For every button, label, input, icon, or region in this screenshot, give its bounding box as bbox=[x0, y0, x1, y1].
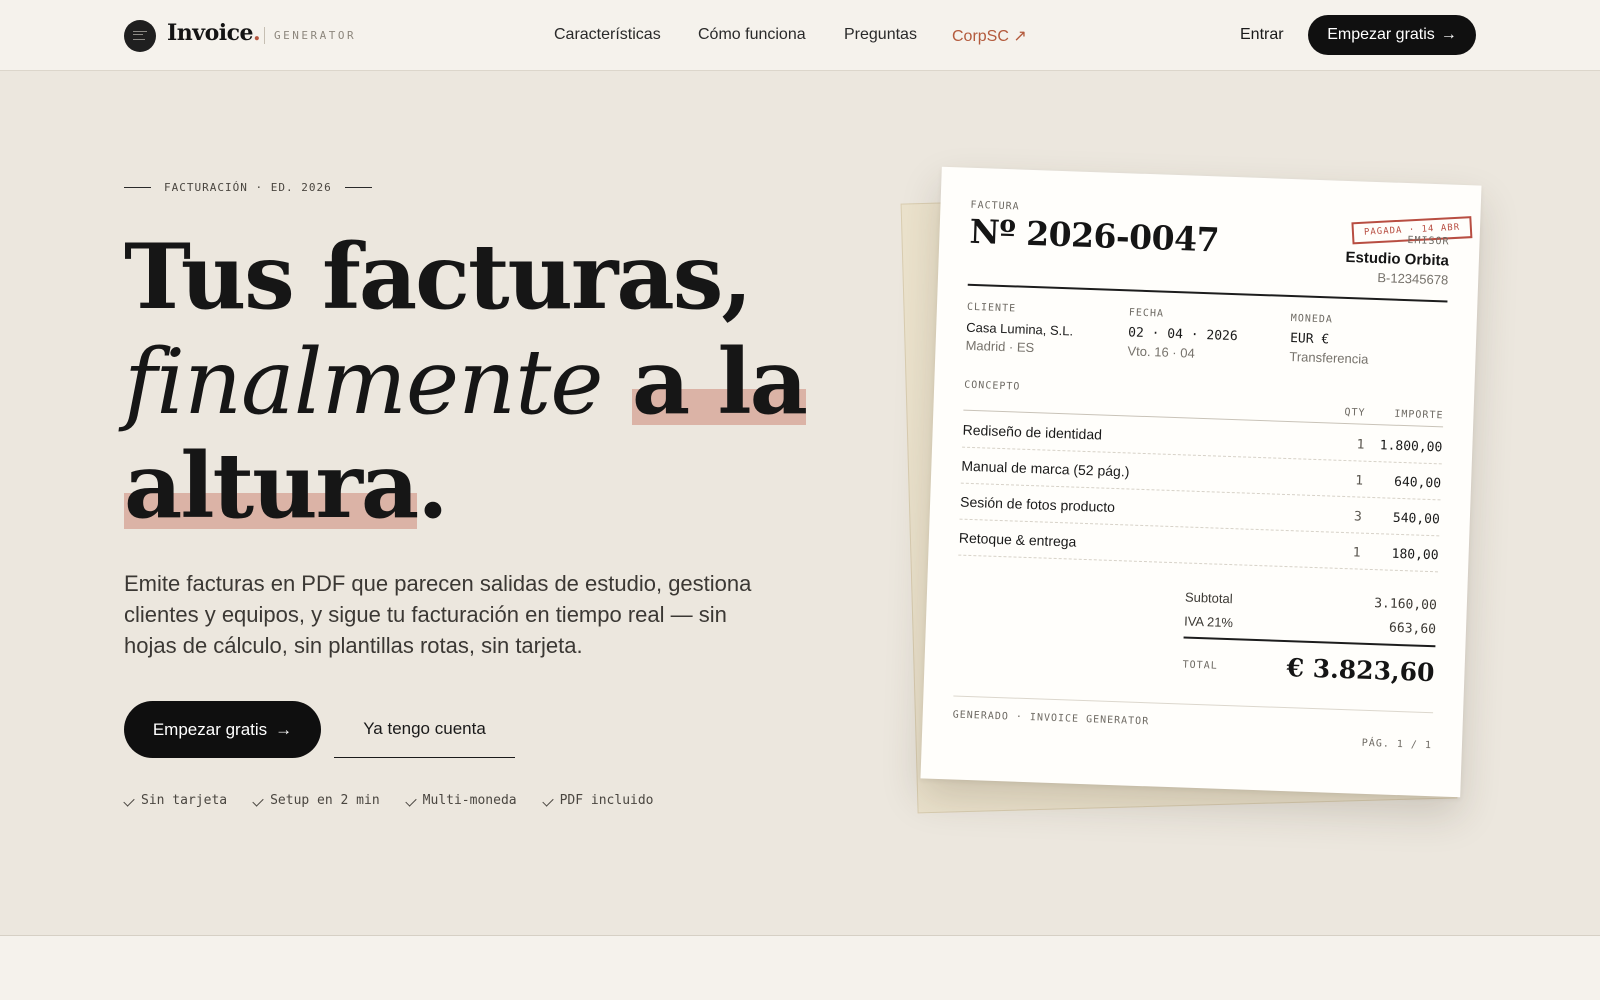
client-name: Casa Lumina, S.L. bbox=[965, 319, 1074, 339]
hero-primary-label: Empezar gratis bbox=[152, 719, 268, 739]
concept-column-header: CONCEPTO bbox=[964, 379, 1021, 393]
total-label: TOTAL bbox=[1182, 659, 1218, 672]
hero-lede: Emite facturas en PDF que parecen salida… bbox=[124, 571, 752, 658]
eyebrow-text: FACTURACIÓN · ED. 2026 bbox=[164, 181, 332, 194]
eyebrow-rule-left bbox=[124, 187, 151, 188]
date-label: FECHA bbox=[1128, 307, 1165, 320]
brand-divider bbox=[264, 27, 265, 44]
perk-item: Multi-moneda bbox=[405, 793, 517, 808]
brand-logo-icon[interactable] bbox=[124, 20, 156, 52]
nav-start-free-button[interactable]: Empezar gratis → bbox=[1308, 15, 1476, 55]
brand-tagline: GENERATOR bbox=[274, 29, 357, 42]
invoice-date: 02 · 04 · 2026 bbox=[1127, 325, 1238, 345]
eyebrow-rule-right bbox=[344, 187, 372, 188]
hero-title-highlight-2: altura bbox=[124, 433, 419, 539]
total-value: € 3.823,60 bbox=[1286, 653, 1435, 688]
issuer-tax-id: B-12345678 bbox=[1377, 270, 1449, 288]
check-icon bbox=[405, 795, 417, 807]
client-label: CLIENTE bbox=[966, 301, 1017, 315]
invoice-currency: EUR € bbox=[1289, 331, 1330, 348]
hero-title-italic: finalmente bbox=[124, 330, 603, 435]
qty-column-header: QTY bbox=[1344, 406, 1366, 419]
tax-label: IVA 21% bbox=[1183, 613, 1234, 631]
hero-have-account-button[interactable]: Ya tengo cuenta bbox=[334, 701, 515, 758]
arrow-right-icon: → bbox=[1440, 26, 1457, 43]
tax-value: 663,60 bbox=[1388, 620, 1437, 638]
hero-perks: Sin tarjeta Setup en 2 min Multi-moneda … bbox=[123, 793, 654, 808]
check-icon bbox=[252, 795, 264, 807]
nav-link-como-funciona[interactable]: Cómo funciona bbox=[698, 26, 806, 44]
invoice-doc-label: FACTURA bbox=[970, 199, 1020, 213]
currency-label: MONEDA bbox=[1290, 313, 1334, 326]
hero-start-free-button[interactable]: Empezar gratis → bbox=[124, 701, 321, 758]
perk-item: Sin tarjeta bbox=[123, 793, 227, 808]
perk-item: Setup en 2 min bbox=[252, 793, 380, 808]
hero-title-period: . bbox=[417, 433, 448, 539]
total-rule bbox=[1183, 636, 1436, 647]
nav-link-caracteristicas[interactable]: Características bbox=[554, 26, 661, 44]
invoice-page-count: PÁG. 1 / 1 bbox=[1361, 737, 1433, 752]
hero-title-line-1: Tus facturas, bbox=[124, 224, 753, 330]
hero-title-line-3: altura. bbox=[124, 433, 449, 539]
nav-link-preguntas[interactable]: Preguntas bbox=[844, 26, 917, 44]
subtotal-value: 3.160,00 bbox=[1373, 596, 1438, 614]
invoice-header-rule bbox=[967, 283, 1448, 302]
next-section bbox=[0, 935, 1600, 1000]
payment-method: Transferencia bbox=[1289, 349, 1369, 367]
arrow-right-icon: → bbox=[275, 719, 293, 739]
invoice-number: Nº 2026-0047 bbox=[968, 211, 1220, 260]
amount-column-header: IMPORTE bbox=[1394, 408, 1444, 422]
nav-cta-label: Empezar gratis bbox=[1327, 26, 1435, 43]
client-city: Madrid · ES bbox=[965, 337, 1035, 356]
nav-link-corpsc[interactable]: CorpSC ↗ bbox=[952, 26, 1027, 46]
issuer-label: EMISOR bbox=[1407, 235, 1450, 248]
invoice-preview: FACTURA Nº 2026-0047 PAGADA · 14 ABR EMI… bbox=[920, 166, 1482, 798]
hero-title-line-2: finalmente a la bbox=[124, 329, 808, 435]
hero-eyebrow: FACTURACIÓN · ED. 2026 bbox=[124, 181, 372, 194]
login-link[interactable]: Entrar bbox=[1240, 26, 1284, 44]
invoice-due-date: Vto. 16 · 04 bbox=[1127, 343, 1195, 361]
check-icon bbox=[541, 795, 554, 807]
subtotal-label: Subtotal bbox=[1184, 589, 1233, 607]
invoice-footer-rule bbox=[953, 695, 1434, 714]
check-icon bbox=[123, 795, 135, 807]
perk-item: PDF incluido bbox=[541, 793, 654, 808]
invoice-footer-generated: GENERADO · INVOICE GENERATOR bbox=[952, 709, 1150, 728]
hero-title-highlight-1: a la bbox=[631, 329, 808, 435]
top-navbar: Invoice. GENERATOR Características Cómo … bbox=[0, 0, 1600, 71]
brand-name[interactable]: Invoice. bbox=[167, 20, 261, 46]
issuer-name: Estudio Orbita bbox=[1345, 248, 1450, 270]
